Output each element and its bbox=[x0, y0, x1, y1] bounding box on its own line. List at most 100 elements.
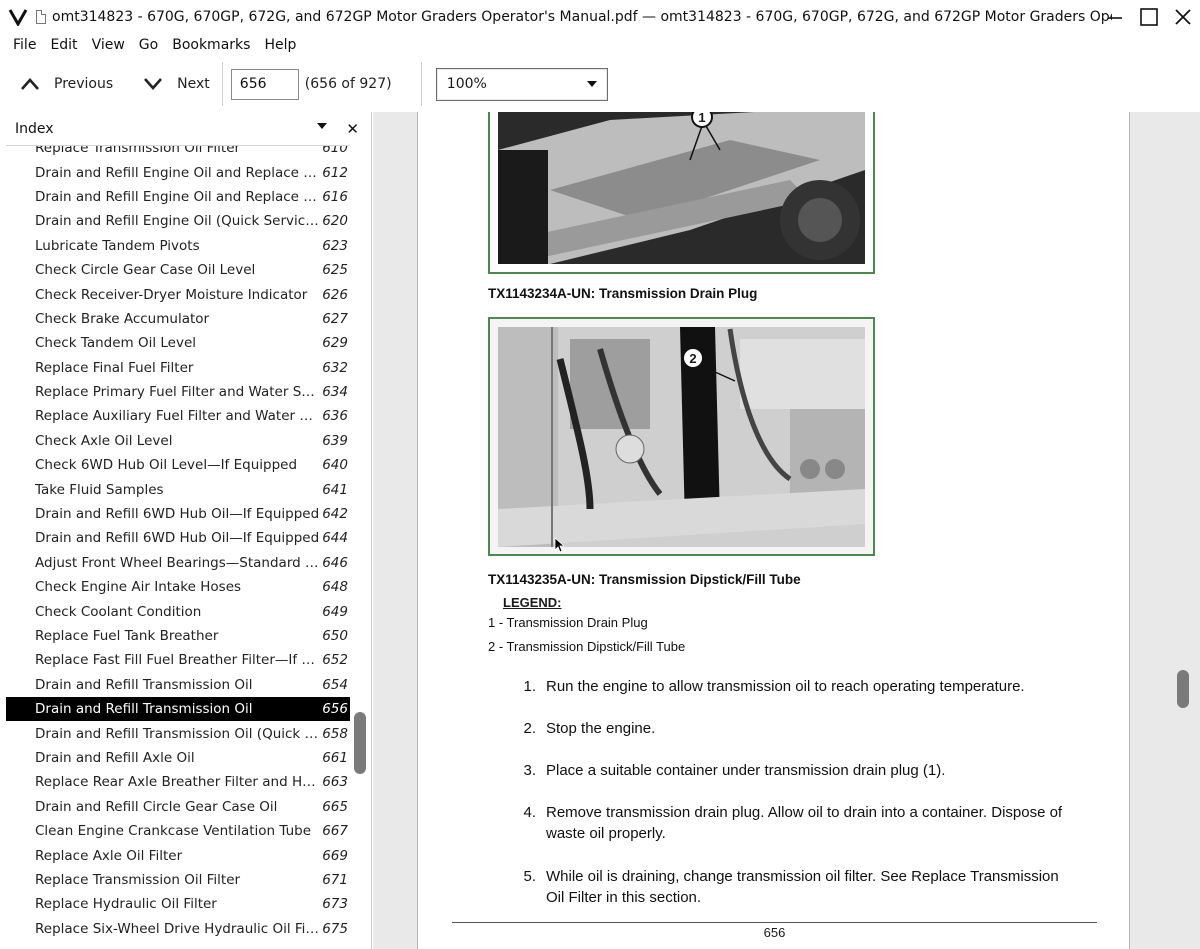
index-item-title: Check Axle Oil Level bbox=[35, 432, 173, 449]
index-item-page: 626 bbox=[322, 286, 348, 303]
index-item[interactable]: Check Brake Accumulator 627 bbox=[6, 307, 350, 331]
index-item-page: 636 bbox=[322, 408, 348, 425]
close-window-button[interactable] bbox=[1166, 0, 1200, 33]
index-item-title: Lubricate Tandem Pivots bbox=[35, 237, 200, 254]
index-item[interactable]: Drain and Refill Engine Oil (Quick Servi… bbox=[6, 209, 350, 233]
index-item-title: Take Fluid Samples bbox=[35, 481, 164, 498]
menu-file[interactable]: File bbox=[6, 37, 43, 53]
viewer-scrollbar-thumb[interactable] bbox=[1177, 670, 1189, 708]
step-number: 4. bbox=[523, 804, 536, 821]
previous-page-button[interactable]: Previous bbox=[12, 66, 121, 102]
sidebar-scrollbar-thumb[interactable] bbox=[354, 712, 366, 774]
index-item-title: Drain and Refill Engine Oil and Replace … bbox=[35, 188, 320, 205]
index-item-title: Replace Fast Fill Fuel Breather Filter—I… bbox=[35, 652, 320, 669]
index-item[interactable]: Clean Engine Crankcase Ventilation Tube 6… bbox=[6, 819, 350, 843]
index-item-title: Replace Hydraulic Oil Filter bbox=[35, 896, 217, 913]
figure-transmission-drain-plug: 1 bbox=[488, 112, 875, 274]
index-item-page: 673 bbox=[322, 896, 348, 913]
index-item[interactable]: Drain and Refill Axle Oil 661 bbox=[6, 746, 350, 770]
index-item[interactable]: Lubricate Tandem Pivots 623 bbox=[6, 234, 350, 258]
index-item[interactable]: Take Fluid Samples 641 bbox=[6, 477, 350, 501]
index-item-title: Drain and Refill Transmission Oil bbox=[35, 676, 253, 693]
index-item-page: 656 bbox=[322, 701, 348, 718]
step-text: While oil is draining, change transmissi… bbox=[546, 868, 1059, 906]
index-item-page: 652 bbox=[322, 652, 348, 669]
index-item-title: Replace Fuel Tank Breather bbox=[35, 628, 219, 644]
menu-help[interactable]: Help bbox=[257, 37, 303, 53]
menu-go[interactable]: Go bbox=[132, 37, 165, 53]
sidebar-dropdown-icon[interactable] bbox=[317, 123, 327, 129]
index-item[interactable]: Check 6WD Hub Oil Level—If Equipped 640 bbox=[6, 453, 350, 477]
index-item[interactable]: Replace Rear Axle Breather Filter and Hy… bbox=[6, 770, 350, 794]
index-item[interactable]: Drain and Refill Engine Oil and Replace … bbox=[6, 160, 350, 184]
sidebar-header: Index ✕ bbox=[0, 112, 371, 145]
index-item[interactable]: Check Coolant Condition 649 bbox=[6, 599, 350, 623]
app-logo-icon bbox=[0, 0, 36, 33]
page-number-input[interactable] bbox=[230, 68, 299, 100]
index-item-page: 675 bbox=[322, 920, 348, 937]
index-item-title: Check Receiver-Dryer Moisture Indicator bbox=[35, 286, 308, 303]
index-item[interactable]: Replace Primary Fuel Filter and Water Se… bbox=[6, 380, 350, 404]
index-item-page: 661 bbox=[322, 749, 348, 766]
index-item-title: Check Tandem Oil Level bbox=[35, 335, 197, 352]
index-item-page: 629 bbox=[322, 335, 348, 352]
sidebar-close-icon[interactable]: ✕ bbox=[346, 120, 359, 138]
minimize-button[interactable] bbox=[1098, 0, 1132, 33]
index-item-title: Check Circle Gear Case Oil Level bbox=[35, 262, 256, 279]
index-item[interactable]: Drain and Refill 6WD Hub Oil—If Equipped… bbox=[6, 526, 350, 550]
page-count: (656 of 927) bbox=[304, 76, 392, 92]
index-item-title: Drain and Refill Engine Oil (Quick Servi… bbox=[35, 213, 320, 230]
index-item-selected[interactable]: Drain and Refill Transmission Oil 656 bbox=[6, 696, 350, 722]
maximize-icon bbox=[1140, 7, 1158, 26]
index-item[interactable]: Check Circle Gear Case Oil Level 625 bbox=[6, 258, 350, 282]
menu-edit[interactable]: Edit bbox=[43, 37, 84, 53]
pdf-page: 1 TX1143234A-UN: Transmission Drain Plug bbox=[417, 112, 1130, 949]
menu-view[interactable]: View bbox=[85, 37, 132, 53]
mouse-cursor-icon bbox=[554, 537, 564, 553]
index-item[interactable]: Check Axle Oil Level 639 bbox=[6, 429, 350, 453]
document-viewer[interactable]: 1 TX1143234A-UN: Transmission Drain Plug bbox=[373, 112, 1200, 949]
index-item-page: 663 bbox=[322, 774, 348, 791]
chevron-up-icon bbox=[21, 78, 39, 90]
index-item-title: Drain and Refill Axle Oil bbox=[35, 749, 195, 766]
legend-title: LEGEND: bbox=[503, 595, 562, 610]
legend-item: 1 - Transmission Drain Plug bbox=[488, 615, 648, 630]
index-item-page: 610 bbox=[322, 145, 348, 157]
index-item-page: 671 bbox=[322, 871, 348, 888]
index-item[interactable]: Replace Six-Wheel Drive Hydraulic Oil Fi… bbox=[6, 917, 350, 941]
window-controls bbox=[1098, 0, 1200, 33]
index-item[interactable]: Drain and Refill Engine Oil and Replace … bbox=[6, 185, 350, 209]
index-item-page: 641 bbox=[322, 481, 348, 498]
index-item[interactable]: Check Engine Air Intake Hoses 648 bbox=[6, 575, 350, 599]
index-item[interactable]: Replace Fast Fill Fuel Breather Filter—I… bbox=[6, 648, 350, 672]
index-item[interactable]: Replace Fuel Tank Breather 650 bbox=[6, 624, 350, 648]
next-page-button[interactable]: Next bbox=[135, 66, 218, 102]
menu-bookmarks[interactable]: Bookmarks bbox=[165, 37, 257, 53]
index-item-title: Check Coolant Condition bbox=[35, 603, 202, 620]
index-item[interactable]: Replace Auxiliary Fuel Filter and Water … bbox=[6, 404, 350, 428]
index-item-title: Replace Six-Wheel Drive Hydraulic Oil Fi… bbox=[35, 920, 320, 937]
toolbar-separator bbox=[420, 62, 422, 106]
index-item[interactable]: Drain and Refill Circle Gear Case Oil 665 bbox=[6, 795, 350, 819]
index-item[interactable]: Drain and Refill Transmission Oil (Quick… bbox=[6, 721, 350, 745]
index-item-title: Drain and Refill Circle Gear Case Oil bbox=[35, 798, 278, 815]
index-item[interactable]: Replace Hydraulic Oil Filter 673 bbox=[6, 892, 350, 916]
index-item-title: Drain and Refill Transmission Oil (Quick… bbox=[35, 725, 320, 742]
index-list[interactable]: Replace Transmission Oil Filter 610 Drain … bbox=[6, 145, 350, 949]
index-item-title: Check Brake Accumulator bbox=[35, 310, 210, 327]
chevron-down-icon bbox=[144, 78, 163, 90]
index-item[interactable]: Replace Transmission Oil Filter 610 bbox=[6, 145, 350, 160]
index-item[interactable]: Replace Transmission Oil Filter 671 bbox=[6, 868, 350, 892]
maximize-button[interactable] bbox=[1132, 0, 1166, 33]
index-item[interactable]: Drain and Refill 6WD Hub Oil—If Equipped… bbox=[6, 502, 350, 526]
index-item[interactable]: Check Tandem Oil Level 629 bbox=[6, 331, 350, 355]
index-item[interactable]: Check Receiver-Dryer Moisture Indicator 6… bbox=[6, 282, 350, 306]
index-item[interactable]: Drain and Refill Transmission Oil 654 bbox=[6, 673, 350, 697]
index-item[interactable]: Replace Axle Oil Filter 669 bbox=[6, 843, 350, 867]
index-item-title: Replace Transmission Oil Filter bbox=[35, 145, 241, 157]
index-item[interactable]: Adjust Front Wheel Bearings—Standard Axl… bbox=[6, 551, 350, 575]
zoom-select[interactable]: 100% bbox=[435, 67, 608, 101]
index-item-page: 627 bbox=[322, 310, 348, 327]
index-item-page: 642 bbox=[322, 506, 348, 523]
index-item[interactable]: Replace Final Fuel Filter 632 bbox=[6, 356, 350, 380]
